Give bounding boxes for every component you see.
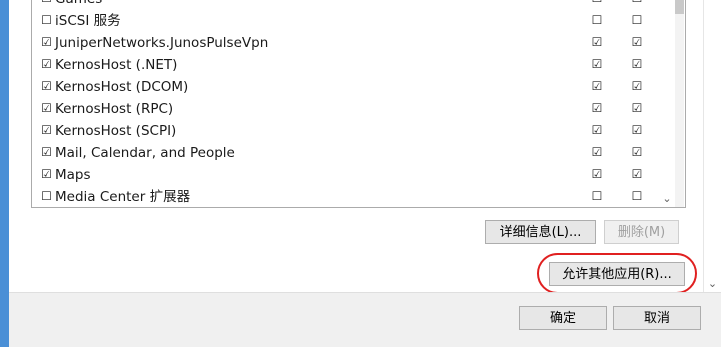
- panel-scroll-down-icon[interactable]: ⌄: [706, 277, 719, 290]
- public-network-checkbox[interactable]: ☑: [630, 145, 644, 159]
- app-name: Maps: [55, 167, 91, 183]
- private-network-checkbox[interactable]: ☑: [590, 101, 604, 115]
- public-network-checkbox[interactable]: ☑: [630, 123, 644, 137]
- allowed-apps-list: ☐ Games ☐ ☐ ☐ iSCSI 服务 ☐ ☐ ☑ JuniperNetw…: [31, 0, 686, 208]
- app-name: JuniperNetworks.JunosPulseVpn: [55, 35, 269, 51]
- public-network-checkbox[interactable]: ☐: [630, 0, 644, 5]
- scroll-down-icon[interactable]: ⌄: [660, 192, 674, 206]
- list-item[interactable]: ☑ KernosHost (RPC) ☑ ☑: [32, 98, 672, 120]
- list-item[interactable]: ☑ Maps ☑ ☑: [32, 164, 672, 186]
- private-network-checkbox[interactable]: ☐: [590, 189, 604, 203]
- app-name: KernosHost (SCPI): [55, 123, 177, 139]
- public-network-checkbox[interactable]: ☑: [630, 57, 644, 71]
- private-network-checkbox[interactable]: ☑: [590, 79, 604, 93]
- cancel-button[interactable]: 取消: [613, 306, 701, 330]
- list-item[interactable]: ☑ KernosHost (SCPI) ☑ ☑: [32, 120, 672, 142]
- private-network-checkbox[interactable]: ☐: [590, 0, 604, 5]
- public-network-checkbox[interactable]: ☑: [630, 79, 644, 93]
- list-item[interactable]: ☐ Games ☐ ☐: [32, 0, 672, 10]
- checkbox-icon[interactable]: ☑: [40, 124, 53, 137]
- checkbox-icon[interactable]: ☑: [40, 102, 53, 115]
- checkbox-icon[interactable]: ☑: [40, 146, 53, 159]
- checkbox-icon[interactable]: ☐: [40, 14, 53, 27]
- checkbox-icon[interactable]: ☐: [40, 0, 53, 5]
- app-name: Media Center 扩展器: [55, 189, 191, 205]
- checkbox-icon[interactable]: ☑: [40, 58, 53, 71]
- list-scrollbar-thumb[interactable]: [675, 0, 684, 14]
- panel-scrollbar[interactable]: [703, 0, 721, 292]
- list-item[interactable]: ☑ KernosHost (.NET) ☑ ☑: [32, 54, 672, 76]
- list-item[interactable]: ☑ KernosHost (DCOM) ☑ ☑: [32, 76, 672, 98]
- delete-button[interactable]: 删除(M): [604, 220, 679, 244]
- app-name: Games: [55, 0, 102, 8]
- list-item[interactable]: ☐ Media Center 扩展器 ☐ ☐: [32, 186, 672, 207]
- private-network-checkbox[interactable]: ☑: [590, 145, 604, 159]
- checkbox-icon[interactable]: ☑: [40, 80, 53, 93]
- window-left-accent: [0, 0, 9, 347]
- checkbox-icon[interactable]: ☑: [40, 36, 53, 49]
- app-name: iSCSI 服务: [55, 13, 121, 29]
- public-network-checkbox[interactable]: ☐: [630, 189, 644, 203]
- private-network-checkbox[interactable]: ☑: [590, 123, 604, 137]
- list-item[interactable]: ☑ JuniperNetworks.JunosPulseVpn ☑ ☑: [32, 32, 672, 54]
- app-name: KernosHost (DCOM): [55, 79, 189, 95]
- highlight-circle: [537, 253, 697, 294]
- app-name: KernosHost (.NET): [55, 57, 178, 73]
- public-network-checkbox[interactable]: ☑: [630, 35, 644, 49]
- public-network-checkbox[interactable]: ☐: [630, 13, 644, 27]
- list-item[interactable]: ☑ Mail, Calendar, and People ☑ ☑: [32, 142, 672, 164]
- checkbox-icon[interactable]: ☐: [40, 190, 53, 203]
- public-network-checkbox[interactable]: ☑: [630, 167, 644, 181]
- private-network-checkbox[interactable]: ☑: [590, 57, 604, 71]
- private-network-checkbox[interactable]: ☑: [590, 167, 604, 181]
- private-network-checkbox[interactable]: ☑: [590, 35, 604, 49]
- app-name: Mail, Calendar, and People: [55, 145, 235, 161]
- list-item[interactable]: ☐ iSCSI 服务 ☐ ☐: [32, 10, 672, 32]
- ok-button[interactable]: 确定: [519, 306, 607, 330]
- private-network-checkbox[interactable]: ☐: [590, 13, 604, 27]
- public-network-checkbox[interactable]: ☑: [630, 101, 644, 115]
- checkbox-icon[interactable]: ☑: [40, 168, 53, 181]
- list-scrollbar[interactable]: [675, 0, 684, 207]
- app-name: KernosHost (RPC): [55, 101, 174, 117]
- details-button[interactable]: 详细信息(L)...: [485, 220, 596, 244]
